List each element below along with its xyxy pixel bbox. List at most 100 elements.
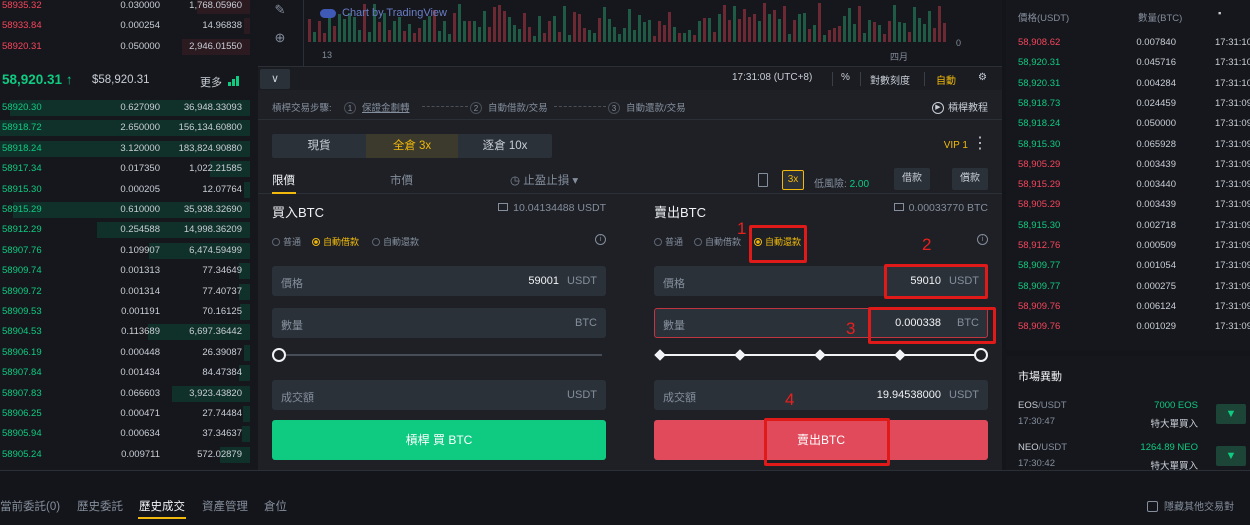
step-1[interactable]: 1 保證金劃轉 bbox=[344, 100, 410, 114]
repay-button[interactable]: 償款 bbox=[952, 168, 988, 190]
sell-mode-normal[interactable]: 普通 bbox=[654, 235, 683, 248]
info-icon[interactable]: i bbox=[595, 234, 606, 245]
bid-row[interactable]: 58907.84 0.001434 84.47384 bbox=[0, 363, 258, 383]
active-tab-underline bbox=[138, 517, 186, 519]
tab-trade-history[interactable]: 歷史成交 bbox=[139, 498, 185, 514]
ask-row[interactable]: 58920.31 0.050000 2,946.01550 bbox=[0, 37, 258, 57]
bid-row[interactable]: 58909.53 0.001191 70.16125 bbox=[0, 302, 258, 322]
bid-row[interactable]: 58904.53 0.113689 6,697.36442 bbox=[0, 322, 258, 342]
chart-bottom-bar: ∨ 17:31:08 (UTC+8) % 對數刻度 自動 ⚙ bbox=[258, 66, 1002, 90]
settings-icon[interactable]: ⚙ bbox=[978, 72, 987, 83]
last-price-bar: 58,920.31 ↑ $58,920.31 更多 bbox=[0, 68, 258, 94]
auto-scale-button[interactable]: 自動 bbox=[936, 72, 956, 87]
percent-scale-button[interactable]: % bbox=[841, 72, 850, 83]
dropdown-icon[interactable]: ▪ bbox=[1218, 8, 1221, 19]
more-options-icon[interactable]: ⋮ bbox=[972, 136, 988, 152]
buy-total-field[interactable]: 成交額 USDT bbox=[272, 380, 606, 410]
volume-bar bbox=[333, 26, 336, 42]
volume-bar bbox=[888, 20, 891, 42]
info-icon[interactable]: i bbox=[977, 234, 988, 245]
margin-steps: 槓桿交易步驟: 1 保證金劃轉 2 自動借款/交易 3 自動還款/交易 ▶ 槓桿教程 bbox=[258, 90, 1002, 120]
trade-row: 58,915.29 0.003440 17:31:09 bbox=[1018, 179, 1250, 191]
ask-row[interactable]: 58933.84 0.000254 14.96838 bbox=[0, 16, 258, 36]
volume-bar bbox=[828, 29, 831, 42]
bid-row[interactable]: 58918.72 2.650000 156,134.60800 bbox=[0, 118, 258, 138]
bid-row[interactable]: 58917.34 0.017350 1,022.21585 bbox=[0, 159, 258, 179]
slider-handle[interactable] bbox=[974, 348, 988, 362]
zoom-icon[interactable]: ⊕ bbox=[272, 30, 288, 46]
price-chart[interactable]: ✎ ⊕ Chart by TradingView 13 四月 0 bbox=[258, 0, 1002, 66]
volume-bar bbox=[568, 35, 571, 42]
tab-asset-management[interactable]: 資產管理 bbox=[202, 498, 248, 514]
slider-step[interactable] bbox=[654, 349, 666, 361]
more-link[interactable]: 更多 bbox=[200, 74, 222, 90]
trade-row: 58,908.62 0.007840 17:31:10 bbox=[1018, 37, 1250, 48]
leverage-badge[interactable]: 3x bbox=[782, 170, 804, 190]
bid-row[interactable]: 58906.19 0.000448 26.39087 bbox=[0, 343, 258, 363]
volume-bar bbox=[728, 20, 731, 42]
sell-total-field[interactable]: 成交額 19.94538000 USDT bbox=[654, 380, 988, 410]
tab-stop-limit[interactable]: ◷ 止盈止損 ▾ bbox=[510, 172, 578, 188]
slider-handle[interactable] bbox=[272, 348, 286, 362]
bid-row[interactable]: 58915.30 0.000205 12.07764 bbox=[0, 180, 258, 200]
tab-cross-3x[interactable]: 全倉 3x bbox=[366, 134, 458, 158]
tab-limit[interactable]: 限價 bbox=[272, 172, 295, 188]
divider bbox=[832, 72, 833, 86]
slider-step[interactable] bbox=[814, 349, 826, 361]
tab-spot[interactable]: 現貨 bbox=[272, 134, 366, 158]
tutorial-link[interactable]: ▶ 槓桿教程 bbox=[932, 99, 988, 115]
sell-amount-slider[interactable] bbox=[654, 348, 988, 362]
buy-price-field[interactable]: 價格 59001 USDT bbox=[272, 266, 606, 296]
volume-bar bbox=[853, 24, 856, 42]
tab-market[interactable]: 市價 bbox=[390, 172, 413, 188]
trade-row: 58,915.30 0.002718 17:31:09 bbox=[1018, 219, 1250, 231]
volume-bar bbox=[343, 19, 346, 42]
divider bbox=[860, 72, 861, 86]
sell-mode-auto-borrow[interactable]: 自動借款 bbox=[694, 235, 741, 248]
sell-balance: 0.00033770 BTC bbox=[893, 202, 988, 214]
bid-row[interactable]: 58906.25 0.000471 27.74484 bbox=[0, 404, 258, 424]
market-move-item[interactable]: EOS/USDT 17:30:47 7000 EOS 特大單買入 ▼ bbox=[1018, 398, 1250, 438]
volume-bar bbox=[573, 11, 576, 42]
sell-title: 賣出BTC bbox=[654, 205, 707, 220]
bid-row[interactable]: 58905.24 0.009711 572.02879 bbox=[0, 445, 258, 465]
sell-mode-radios: 普通 自動借款 自動還款 i bbox=[654, 232, 988, 250]
usd-price: $58,920.31 bbox=[92, 74, 150, 86]
volume-bar bbox=[803, 13, 806, 42]
tab-order-history[interactable]: 歷史委託 bbox=[77, 498, 123, 514]
volume-bar bbox=[418, 27, 421, 42]
slider-step[interactable] bbox=[894, 349, 906, 361]
bid-row[interactable]: 58918.24 3.120000 183,824.90880 bbox=[0, 139, 258, 159]
trade-row: 58,909.77 0.000275 17:31:09 bbox=[1018, 280, 1250, 292]
bid-row[interactable]: 58909.74 0.001313 77.34649 bbox=[0, 261, 258, 281]
bid-row[interactable]: 58912.29 0.254588 14,998.36209 bbox=[0, 220, 258, 240]
tab-positions[interactable]: 倉位 bbox=[264, 498, 287, 514]
bid-row[interactable]: 58909.72 0.001314 77.40737 bbox=[0, 282, 258, 302]
buy-quantity-field[interactable]: 數量 BTC bbox=[272, 308, 606, 338]
bid-row[interactable]: 58907.83 0.066603 3,923.43820 bbox=[0, 384, 258, 404]
trades-header-price: 價格(USDT) bbox=[1018, 13, 1070, 24]
buy-mode-normal[interactable]: 普通 bbox=[272, 235, 301, 248]
tab-isolated-10x[interactable]: 逐倉 10x bbox=[458, 134, 552, 158]
buy-mode-auto-repay[interactable]: 自動還款 bbox=[372, 235, 419, 248]
depth-bar bbox=[243, 344, 250, 361]
buy-mode-auto-borrow[interactable]: 自動借款 bbox=[312, 235, 359, 248]
pencil-icon[interactable]: ✎ bbox=[272, 2, 288, 18]
bid-row[interactable]: 58920.30 0.627090 36,948.33093 bbox=[0, 98, 258, 118]
volume-bar bbox=[413, 33, 416, 42]
buy-amount-slider[interactable] bbox=[272, 348, 606, 362]
log-scale-button[interactable]: 對數刻度 bbox=[870, 72, 910, 87]
ask-row[interactable]: 58935.32 0.030000 1,768.05960 bbox=[0, 0, 258, 16]
chevron-down-icon[interactable]: ∨ bbox=[260, 69, 290, 89]
bid-row[interactable]: 58907.76 0.109907 6,474.59499 bbox=[0, 241, 258, 261]
hide-other-pairs-checkbox[interactable]: 隱藏其他交易對 bbox=[1147, 498, 1234, 513]
buy-button[interactable]: 槓桿 買 BTC bbox=[272, 420, 606, 460]
bid-row[interactable]: 58915.29 0.610000 35,938.32690 bbox=[0, 200, 258, 220]
slider-step[interactable] bbox=[734, 349, 746, 361]
chart-toolbar: ✎ ⊕ bbox=[258, 0, 304, 66]
calculator-icon[interactable] bbox=[758, 173, 768, 187]
borrow-button[interactable]: 借款 bbox=[894, 168, 930, 190]
bid-row[interactable]: 58905.94 0.000634 37.34637 bbox=[0, 424, 258, 444]
volume-bar bbox=[758, 21, 761, 42]
tab-open-orders[interactable]: 當前委託(0) bbox=[0, 498, 60, 514]
